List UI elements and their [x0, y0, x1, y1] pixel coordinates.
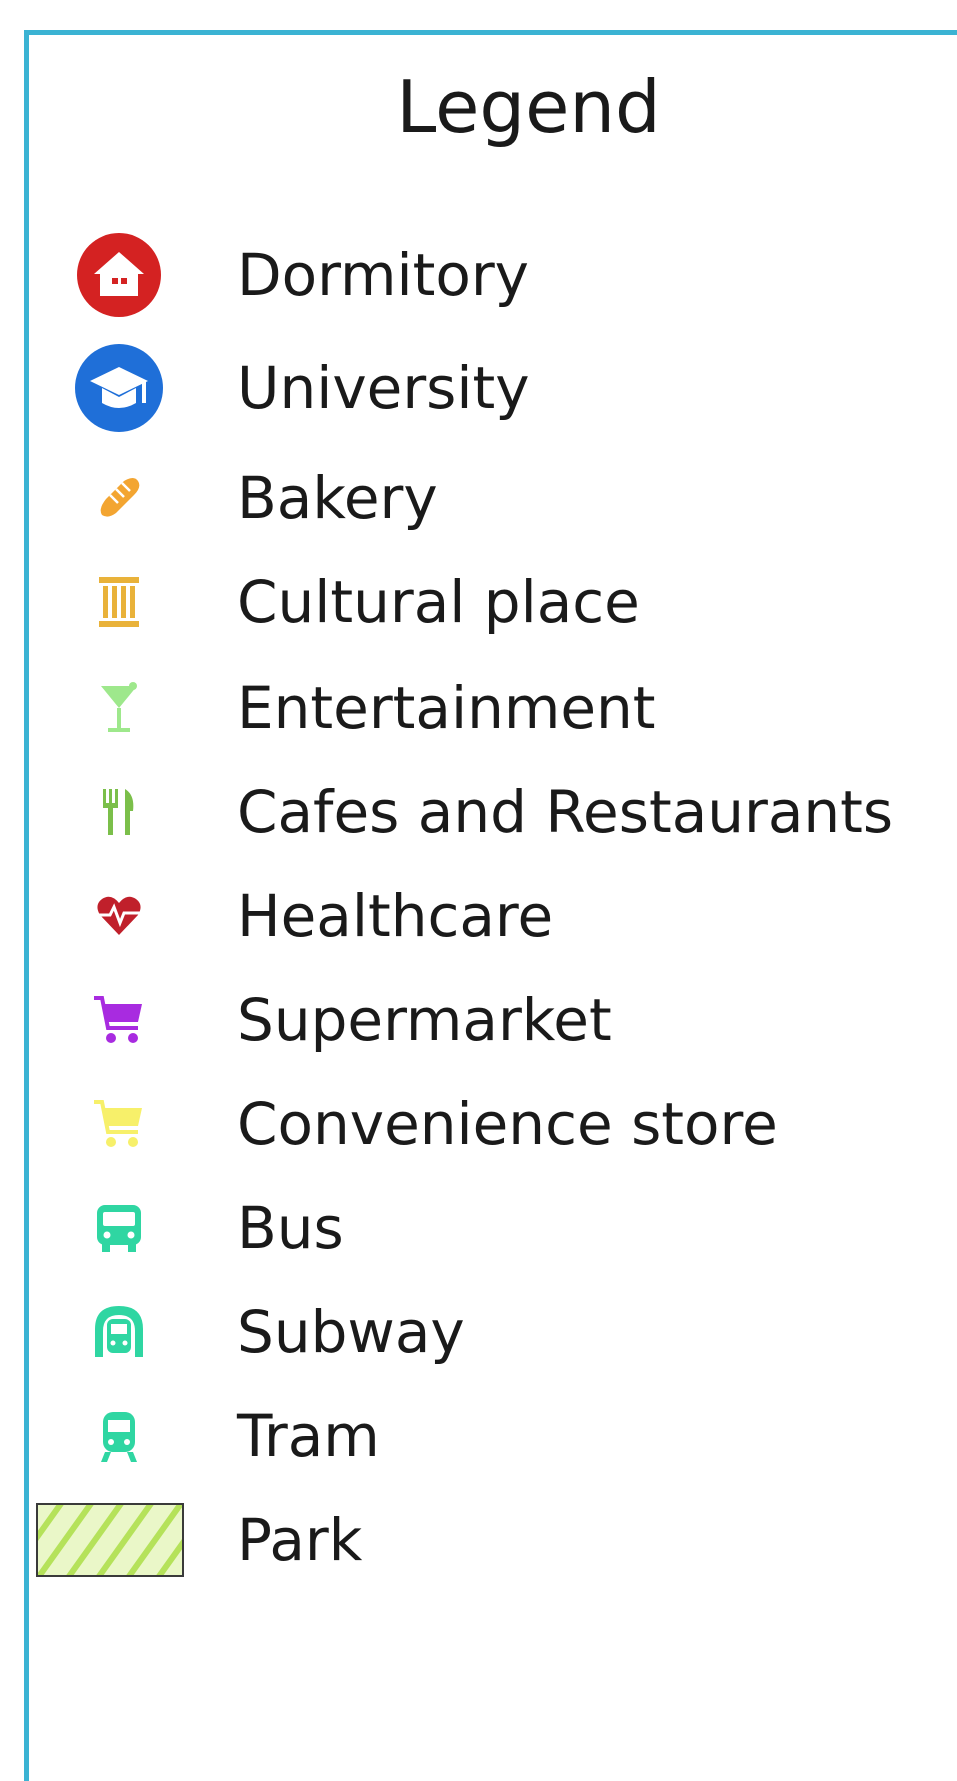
hatched-area-icon: [35, 1485, 185, 1595]
tram-icon: [69, 1381, 169, 1491]
legend-item-dormitory: Dormitory: [29, 220, 957, 330]
legend-item-subway: Subway: [29, 1277, 957, 1387]
legend-panel: Legend Dormitory University Bakery Cultu…: [24, 30, 957, 1781]
legend-item-entertainment: Entertainment: [29, 653, 957, 763]
legend-item-label: Bus: [237, 1194, 344, 1262]
heartbeat-icon: [69, 861, 169, 971]
legend-item-university: University: [29, 333, 957, 443]
graduation-cap-circle-icon: [69, 333, 169, 443]
bread-icon: [69, 443, 169, 553]
legend-item-label: Park: [237, 1506, 363, 1574]
legend-item-park: Park: [29, 1485, 957, 1595]
legend-item-convenience-store: Convenience store: [29, 1069, 957, 1179]
legend-item-healthcare: Healthcare: [29, 861, 957, 971]
legend-item-label: Tram: [237, 1402, 380, 1470]
legend-item-label: Cafes and Restaurants: [237, 778, 894, 846]
shopping-cart-icon: [69, 965, 169, 1075]
bus-icon: [69, 1173, 169, 1283]
fork-knife-icon: [69, 757, 169, 867]
legend-item-supermarket: Supermarket: [29, 965, 957, 1075]
legend-item-label: Subway: [237, 1298, 465, 1366]
cocktail-icon: [69, 653, 169, 763]
legend-item-label: Dormitory: [237, 241, 529, 309]
subway-icon: [69, 1277, 169, 1387]
legend-item-label: Cultural place: [237, 568, 640, 636]
shopping-cart-icon: [69, 1069, 169, 1179]
legend-item-label: Supermarket: [237, 986, 612, 1054]
legend-title: Legend: [396, 65, 661, 149]
legend-item-label: Healthcare: [237, 882, 554, 950]
legend-item-bus: Bus: [29, 1173, 957, 1283]
legend-item-label: Convenience store: [237, 1090, 778, 1158]
legend-item-cultural-place: Cultural place: [29, 547, 957, 657]
legend-item-bakery: Bakery: [29, 443, 957, 553]
home-circle-icon: [69, 220, 169, 330]
legend-item-tram: Tram: [29, 1381, 957, 1491]
legend-item-label: University: [237, 354, 530, 422]
legend-item-cafes-and-restaurants: Cafes and Restaurants: [29, 757, 957, 867]
column-icon: [69, 547, 169, 657]
legend-item-label: Bakery: [237, 464, 438, 532]
legend-item-label: Entertainment: [237, 674, 656, 742]
